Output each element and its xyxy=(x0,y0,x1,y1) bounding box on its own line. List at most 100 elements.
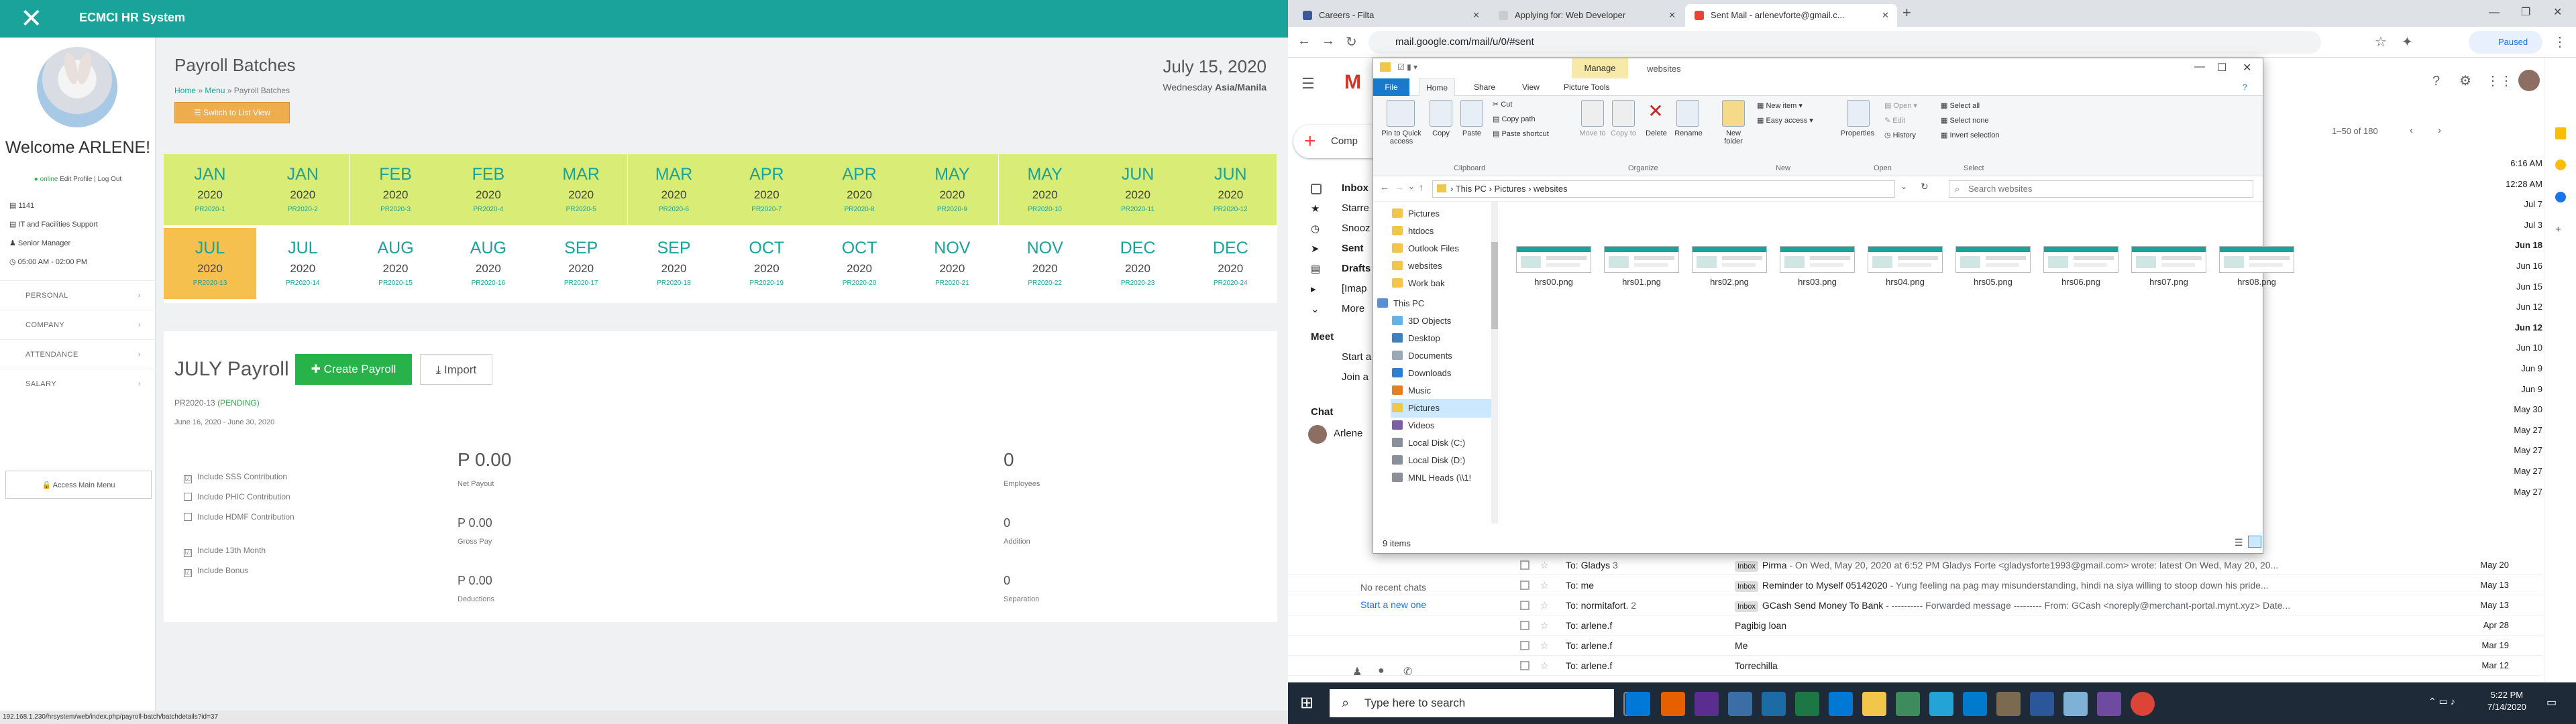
checkbox-box[interactable]: ☑ xyxy=(184,475,192,483)
tray-icons[interactable]: ⌃ ▭ ♪ xyxy=(2428,696,2455,707)
email-row[interactable]: ☆ To: normitafort. 2 Inbox GCash Send Money… xyxy=(1288,595,2542,615)
include-phic-checkbox[interactable]: Include PHIC Contribution xyxy=(184,492,290,501)
batch-cell[interactable]: AUG 2020 PR2020-15 xyxy=(350,228,442,299)
tree-item[interactable]: Videos xyxy=(1391,416,1498,435)
pin-quick-access-button[interactable]: Pin to Quick access xyxy=(1377,129,1426,145)
row-checkbox[interactable] xyxy=(1520,661,1529,670)
app-icon-8[interactable] xyxy=(2097,692,2121,716)
folder-inbox[interactable]: Inbox xyxy=(1342,182,1368,194)
edit-button[interactable]: ✎ Edit xyxy=(1884,116,1905,125)
star-icon[interactable]: ☆ xyxy=(1540,575,1549,595)
email-row[interactable]: ☆ To: arlene.f Pagibig loan Apr 28 xyxy=(1288,615,2542,636)
file-thumbnail[interactable]: hrs00.png xyxy=(1514,246,1593,287)
reload-icon[interactable]: ↻ xyxy=(1346,34,1357,50)
nav-company[interactable]: COMPANY › xyxy=(0,310,156,339)
batch-cell[interactable]: NOV 2020 PR2020-21 xyxy=(906,228,998,299)
tab-careers-filta[interactable]: Careers - Filta ✕ xyxy=(1293,4,1488,27)
email-row[interactable]: ☆ To: me Inbox Reminder to Myself 05142020… xyxy=(1288,575,2542,595)
maximize-icon[interactable]: ❐ xyxy=(2521,5,2530,19)
tree-item[interactable]: Outlook Files xyxy=(1391,239,1498,258)
batch-cell[interactable]: FEB 2020 PR2020-4 xyxy=(441,154,535,225)
import-button[interactable]: ⤓ Import xyxy=(420,354,492,385)
back-icon[interactable]: ← xyxy=(1297,34,1311,49)
forward-icon[interactable]: → xyxy=(1322,34,1335,49)
batch-cell[interactable]: JAN 2020 PR2020-1 xyxy=(164,154,256,225)
access-main-menu-button[interactable]: 🔒 Access Main Menu xyxy=(5,471,152,499)
tree-scrollbar[interactable] xyxy=(1491,202,1498,524)
close-icon[interactable]: ✕ xyxy=(2243,61,2251,74)
tree-item[interactable]: This PC xyxy=(1376,294,1483,313)
history-button[interactable]: ◷ History xyxy=(1884,131,1916,139)
file-thumbnail[interactable]: hrs05.png xyxy=(1953,246,2033,287)
edge-icon[interactable] xyxy=(1626,692,1650,716)
inbox-label[interactable]: Inbox xyxy=(1735,581,1758,592)
next-page-icon[interactable]: › xyxy=(2438,125,2441,136)
quick-access-icons[interactable]: ☑ ▮ ▾ xyxy=(1397,62,1417,72)
row-checkbox[interactable] xyxy=(1520,641,1529,650)
batch-cell[interactable]: SEP 2020 PR2020-18 xyxy=(628,228,720,299)
tasks-icon[interactable] xyxy=(2555,192,2566,202)
batch-cell[interactable]: JUL 2020 PR2020-13 xyxy=(164,228,256,299)
include-13th-month-checkbox[interactable]: ☑ Include 13th Month xyxy=(184,546,266,557)
copy-path-button[interactable]: ▤ Copy path xyxy=(1493,115,1536,123)
close-tab-icon[interactable]: ✕ xyxy=(1668,4,1676,27)
batch-cell[interactable]: MAY 2020 PR2020-9 xyxy=(906,154,999,225)
new-item-button[interactable]: ▦ New item ▾ xyxy=(1757,101,1803,110)
row-checkbox[interactable] xyxy=(1520,601,1529,610)
search-input[interactable]: ⌕ Search websites xyxy=(1949,180,2253,198)
settings-icon[interactable]: ⚙ xyxy=(2459,72,2471,89)
row-checkbox[interactable] xyxy=(1520,621,1529,630)
close-tab-icon[interactable]: ✕ xyxy=(1882,4,1889,27)
easy-access-button[interactable]: ▦ Easy access ▾ xyxy=(1757,116,1813,125)
batch-cell[interactable]: JUN 2020 PR2020-11 xyxy=(1091,154,1184,225)
file-explorer-icon[interactable] xyxy=(1862,692,1886,716)
open-button[interactable]: ▤ Open ▾ xyxy=(1884,101,1917,110)
file-thumbnail[interactable]: hrs01.png xyxy=(1602,246,1681,287)
up-icon[interactable]: ↑ xyxy=(1419,182,1424,192)
file-thumbnail[interactable]: hrs04.png xyxy=(1866,246,1945,287)
select-all-button[interactable]: ▦ Select all xyxy=(1941,101,1980,110)
excel-icon[interactable] xyxy=(1795,692,1819,716)
new-tab-icon[interactable]: + xyxy=(1902,4,1911,21)
folder-imap[interactable]: [Imap xyxy=(1342,283,1367,294)
windows-start-icon[interactable]: ⊞ xyxy=(1300,693,1313,713)
large-icons-view-icon[interactable] xyxy=(2248,536,2261,548)
tab-applying[interactable]: Applying for: Web Developer ✕ xyxy=(1489,4,1684,27)
tree-item[interactable]: websites xyxy=(1391,257,1498,276)
move-to-button[interactable]: Move to xyxy=(1577,129,1608,137)
create-payroll-button[interactable]: ✚ Create Payroll xyxy=(295,354,412,385)
ribbon-tab-view[interactable]: View xyxy=(1522,78,1540,96)
switch-to-list-view-button[interactable]: ☰ Switch to List View xyxy=(174,102,290,123)
path-pictures[interactable]: Pictures xyxy=(1495,184,1526,194)
row-checkbox[interactable] xyxy=(1520,560,1529,570)
star-icon[interactable]: ☆ xyxy=(1540,555,1549,575)
star-icon[interactable]: ☆ xyxy=(1540,595,1549,615)
file-thumbnail[interactable]: hrs03.png xyxy=(1778,246,1857,287)
batch-cell[interactable]: NOV 2020 PR2020-22 xyxy=(999,228,1091,299)
tree-item[interactable]: Desktop xyxy=(1391,329,1498,348)
chat-user[interactable]: Arlene xyxy=(1334,428,1362,439)
refresh-icon[interactable]: ↻ xyxy=(1921,181,1929,192)
firefox-icon[interactable] xyxy=(1661,692,1685,716)
url-input[interactable]: mail.google.com/mail/u/0/#sent xyxy=(1368,31,2321,54)
ribbon-tab-share[interactable]: Share xyxy=(1474,78,1495,96)
row-checkbox[interactable] xyxy=(1520,581,1529,590)
forward-icon[interactable]: → xyxy=(1395,182,1404,192)
batch-cell[interactable]: JAN 2020 PR2020-2 xyxy=(256,154,350,225)
batch-cell[interactable]: MAY 2020 PR2020-10 xyxy=(998,154,1091,225)
batch-cell[interactable]: FEB 2020 PR2020-3 xyxy=(349,154,442,225)
email-row[interactable]: ☆ To: Gladys 3 Inbox Pirma - On Wed, May 20… xyxy=(1288,555,2542,575)
rename-button[interactable]: Rename xyxy=(1672,129,1705,137)
delete-button[interactable]: Delete xyxy=(1642,129,1671,137)
account-avatar[interactable] xyxy=(2518,70,2540,91)
copy-to-button[interactable]: Copy to xyxy=(1608,129,1639,137)
batch-cell[interactable]: JUN 2020 PR2020-12 xyxy=(1184,154,1277,225)
minimize-icon[interactable]: — xyxy=(2489,7,2500,19)
tree-item[interactable]: Pictures xyxy=(1391,204,1498,223)
properties-button[interactable]: Properties xyxy=(1836,129,1879,137)
tab-sent-mail[interactable]: Sent Mail - arlenevforte@gmail.c... ✕ xyxy=(1685,4,1897,27)
checkbox-box[interactable]: ☑ xyxy=(184,569,192,577)
profile-paused[interactable]: Paused xyxy=(2469,31,2542,54)
tree-item[interactable]: MNL Heads (\\1! xyxy=(1391,469,1498,487)
batch-cell[interactable]: APR 2020 PR2020-8 xyxy=(813,154,906,225)
